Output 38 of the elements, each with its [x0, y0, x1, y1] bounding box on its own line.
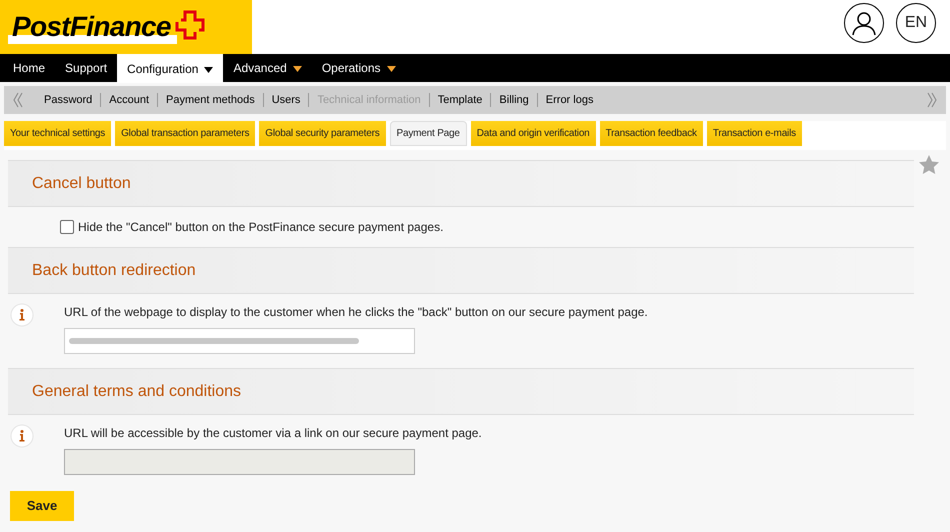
logo: PostFinance: [0, 0, 252, 54]
nav-tab[interactable]: Configuration: [117, 54, 224, 83]
url-field[interactable]: [64, 328, 415, 354]
field-description: URL will be accessible by the customer via a link on our secure payment page.: [64, 425, 482, 442]
settings-tab[interactable]: Global security parameters: [259, 121, 386, 146]
user-button[interactable]: [844, 3, 884, 43]
nav-tab[interactable]: Advanced: [223, 54, 312, 82]
user-icon: [851, 10, 877, 36]
star-icon[interactable]: [919, 155, 939, 174]
info-icon: [10, 424, 34, 448]
subnav-link[interactable]: Account: [109, 92, 150, 108]
blurred-text-icon: [69, 337, 359, 345]
settings-tab[interactable]: Payment Page: [390, 121, 467, 146]
field-description: URL of the webpage to display to the customer when he clicks the "back" button on our secure payment page.: [64, 304, 648, 321]
settings-tab[interactable]: Your technical settings: [4, 121, 112, 146]
nav-tab[interactable]: Home: [3, 54, 56, 82]
section-title: Back button redirection: [32, 260, 196, 280]
subnav-link[interactable]: Error logs: [546, 92, 594, 108]
info-icon: [10, 303, 34, 327]
subnav-link[interactable]: Payment methods: [166, 92, 255, 108]
subnav-link[interactable]: Template: [438, 92, 482, 108]
language-button[interactable]: EN: [896, 3, 936, 43]
nav-tab[interactable]: Operations: [312, 54, 406, 82]
nav-tab[interactable]: Support: [55, 54, 118, 82]
double-chevron-left-icon[interactable]: [12, 92, 24, 108]
subnav-link[interactable]: Users: [272, 92, 300, 108]
subnav-link[interactable]: Billing: [499, 92, 529, 108]
section-title: General terms and conditions: [32, 382, 241, 402]
settings-tab[interactable]: Transaction e-mails: [706, 121, 802, 146]
section-title: Cancel button: [32, 174, 131, 194]
double-chevron-right-icon[interactable]: [926, 92, 938, 108]
checkbox-label: Hide the "Cancel" button on the PostFinance secure payment pages.: [78, 219, 444, 236]
save-button[interactable]: Save: [10, 491, 74, 521]
settings-tab[interactable]: Transaction feedback: [600, 121, 703, 146]
settings-tab[interactable]: Global transaction parameters: [115, 121, 256, 146]
settings-tab[interactable]: Data and origin verification: [470, 121, 596, 146]
subnav-link[interactable]: Password: [44, 92, 92, 108]
checkbox[interactable]: [60, 220, 74, 234]
